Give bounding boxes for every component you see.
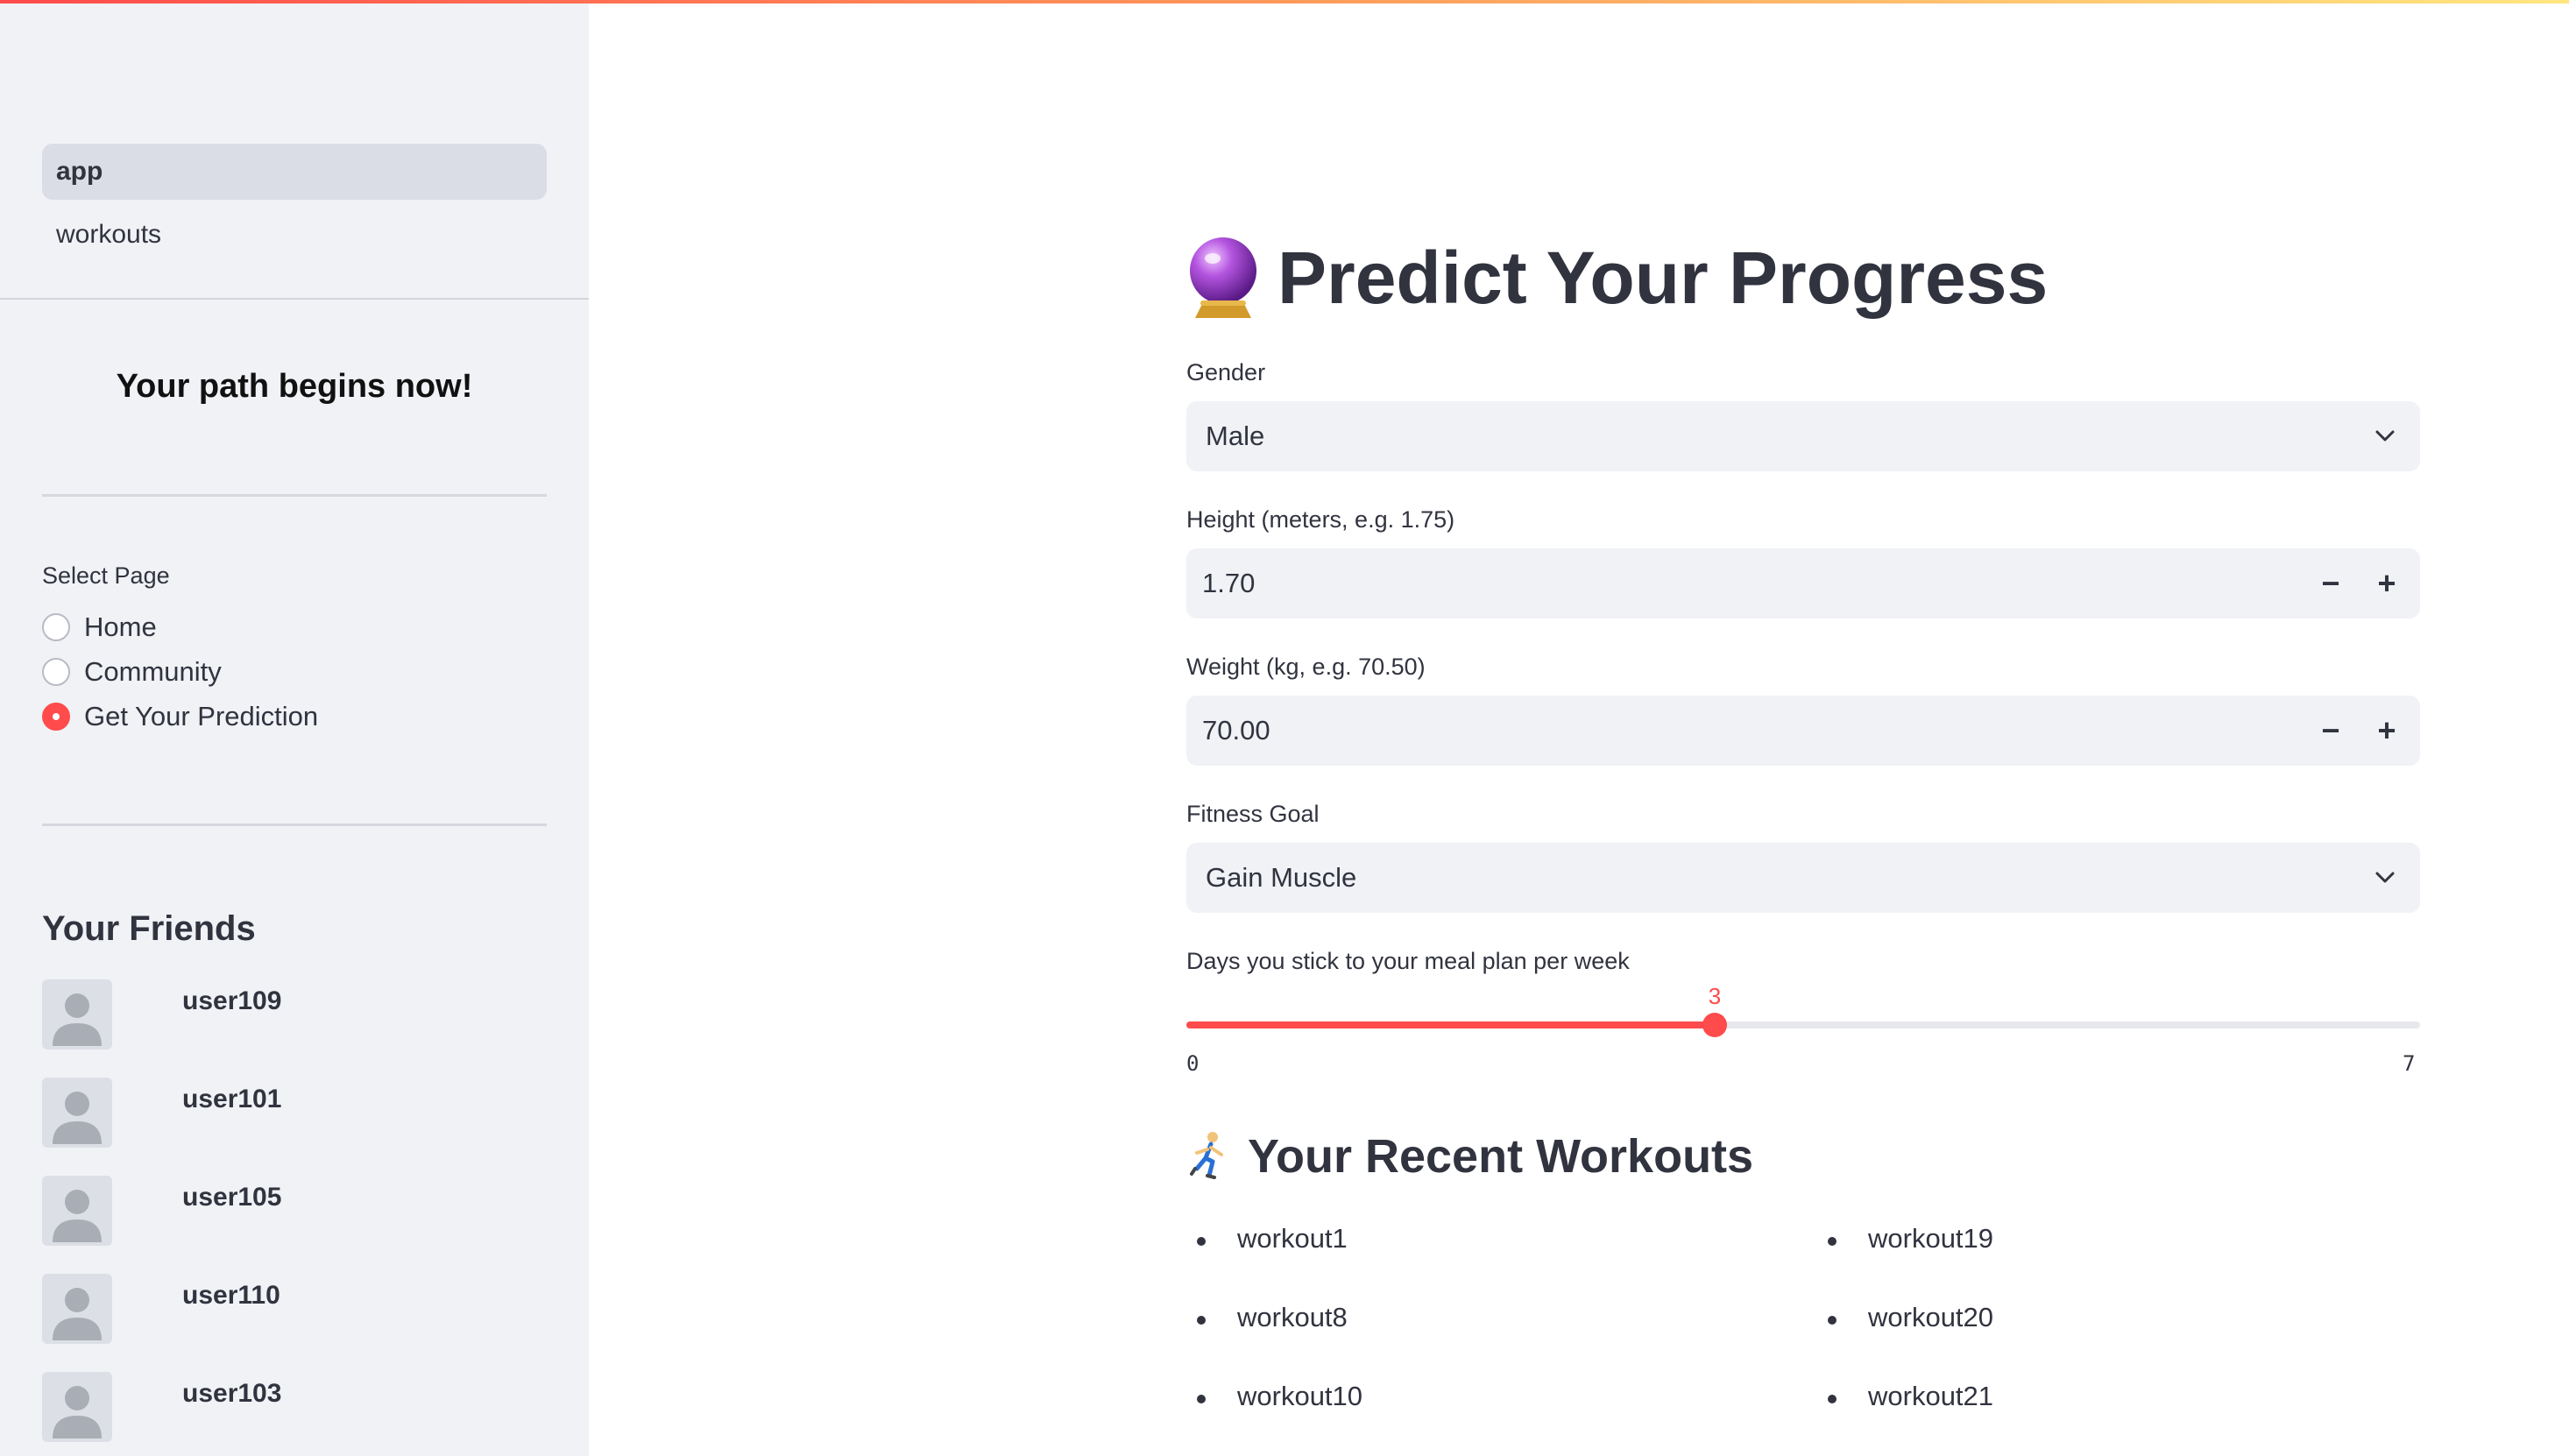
decrement-button[interactable]: −: [2306, 559, 2355, 608]
list-item: workout21: [1817, 1381, 1993, 1412]
sidebar-heading: Your path begins now!: [116, 368, 473, 405]
chevron-down-icon: [2375, 872, 2395, 883]
slider-value: 3: [1708, 983, 1722, 1009]
weight-input[interactable]: 70.00 − +: [1186, 696, 2420, 766]
radio-community[interactable]: Community: [42, 654, 222, 689]
sidebar: app workouts Your path begins now! Selec…: [0, 0, 589, 1456]
divider: [42, 494, 547, 497]
fitness-goal-select[interactable]: Gain Muscle: [1186, 843, 2420, 913]
list-item: workout8: [1186, 1302, 1348, 1333]
radio-label: Community: [84, 656, 222, 687]
friend-item: user110: [42, 1274, 547, 1344]
meal-plan-slider[interactable]: [1186, 1013, 2420, 1037]
gender-value: Male: [1206, 421, 1265, 451]
height-input[interactable]: 1.70 − +: [1186, 548, 2420, 618]
header-decoration: [0, 0, 2569, 4]
increment-button[interactable]: +: [2362, 706, 2411, 755]
avatar-icon: [42, 1372, 112, 1442]
friend-item: user109: [42, 979, 547, 1050]
friends-title: Your Friends: [42, 909, 256, 948]
slider-fill: [1186, 1021, 1715, 1028]
weight-value[interactable]: 70.00: [1202, 696, 1270, 766]
recent-workouts-title-text: Your Recent Workouts: [1248, 1130, 1754, 1183]
page-title-text: Predict Your Progress: [1277, 236, 2049, 319]
avatar-icon: [42, 1078, 112, 1148]
friend-name: user103: [182, 1379, 282, 1408]
increment-button[interactable]: +: [2362, 559, 2411, 608]
gender-label: Gender: [1186, 359, 1266, 385]
gender-select[interactable]: Male: [1186, 401, 2420, 471]
nav-item-app[interactable]: app: [42, 144, 547, 200]
friend-item: user101: [42, 1078, 547, 1148]
height-value[interactable]: 1.70: [1202, 548, 1255, 618]
weight-label: Weight (kg, e.g. 70.50): [1186, 654, 1426, 680]
decrement-button[interactable]: −: [2306, 706, 2355, 755]
friend-name: user105: [182, 1183, 282, 1212]
friend-name: user110: [182, 1281, 280, 1310]
nav-item-workouts[interactable]: workouts: [42, 207, 547, 263]
slider-max: 7: [2403, 1051, 2416, 1076]
friend-item: user105: [42, 1176, 547, 1246]
friend-name: user101: [182, 1085, 282, 1113]
avatar-icon: [42, 1176, 112, 1246]
nav-divider: [0, 298, 589, 300]
avatar-icon: [42, 979, 112, 1050]
radio-button[interactable]: [42, 658, 70, 686]
list-item: workout20: [1817, 1302, 1993, 1333]
recent-workouts-title: Your Recent Workouts: [1186, 1125, 1753, 1188]
fitness-goal-value: Gain Muscle: [1206, 862, 1357, 893]
select-page-label: Select Page: [42, 562, 170, 589]
radio-label: Home: [84, 611, 157, 642]
radio-button-selected[interactable]: [42, 703, 70, 731]
slider-min: 0: [1186, 1051, 1200, 1076]
crystal-ball-icon: [1190, 237, 1256, 318]
radio-button[interactable]: [42, 613, 70, 641]
runner-icon: [1190, 1132, 1223, 1179]
list-item: workout10: [1186, 1381, 1362, 1412]
radio-home[interactable]: Home: [42, 610, 157, 645]
radio-label: Get Your Prediction: [84, 701, 319, 732]
friend-name: user109: [182, 986, 282, 1015]
page-title: Predict Your Progress: [1186, 230, 2048, 326]
radio-get-your-prediction[interactable]: Get Your Prediction: [42, 699, 318, 734]
fitness-goal-label: Fitness Goal: [1186, 801, 1320, 827]
divider: [42, 823, 547, 826]
friend-item: user103: [42, 1372, 547, 1442]
chevron-down-icon: [2375, 430, 2395, 442]
meal-plan-label: Days you stick to your meal plan per wee…: [1186, 948, 1630, 974]
list-item: workout1: [1186, 1223, 1348, 1255]
avatar-icon: [42, 1274, 112, 1344]
list-item: workout19: [1817, 1223, 1993, 1255]
slider-thumb[interactable]: [1702, 1013, 1727, 1037]
height-label: Height (meters, e.g. 1.75): [1186, 506, 1455, 533]
